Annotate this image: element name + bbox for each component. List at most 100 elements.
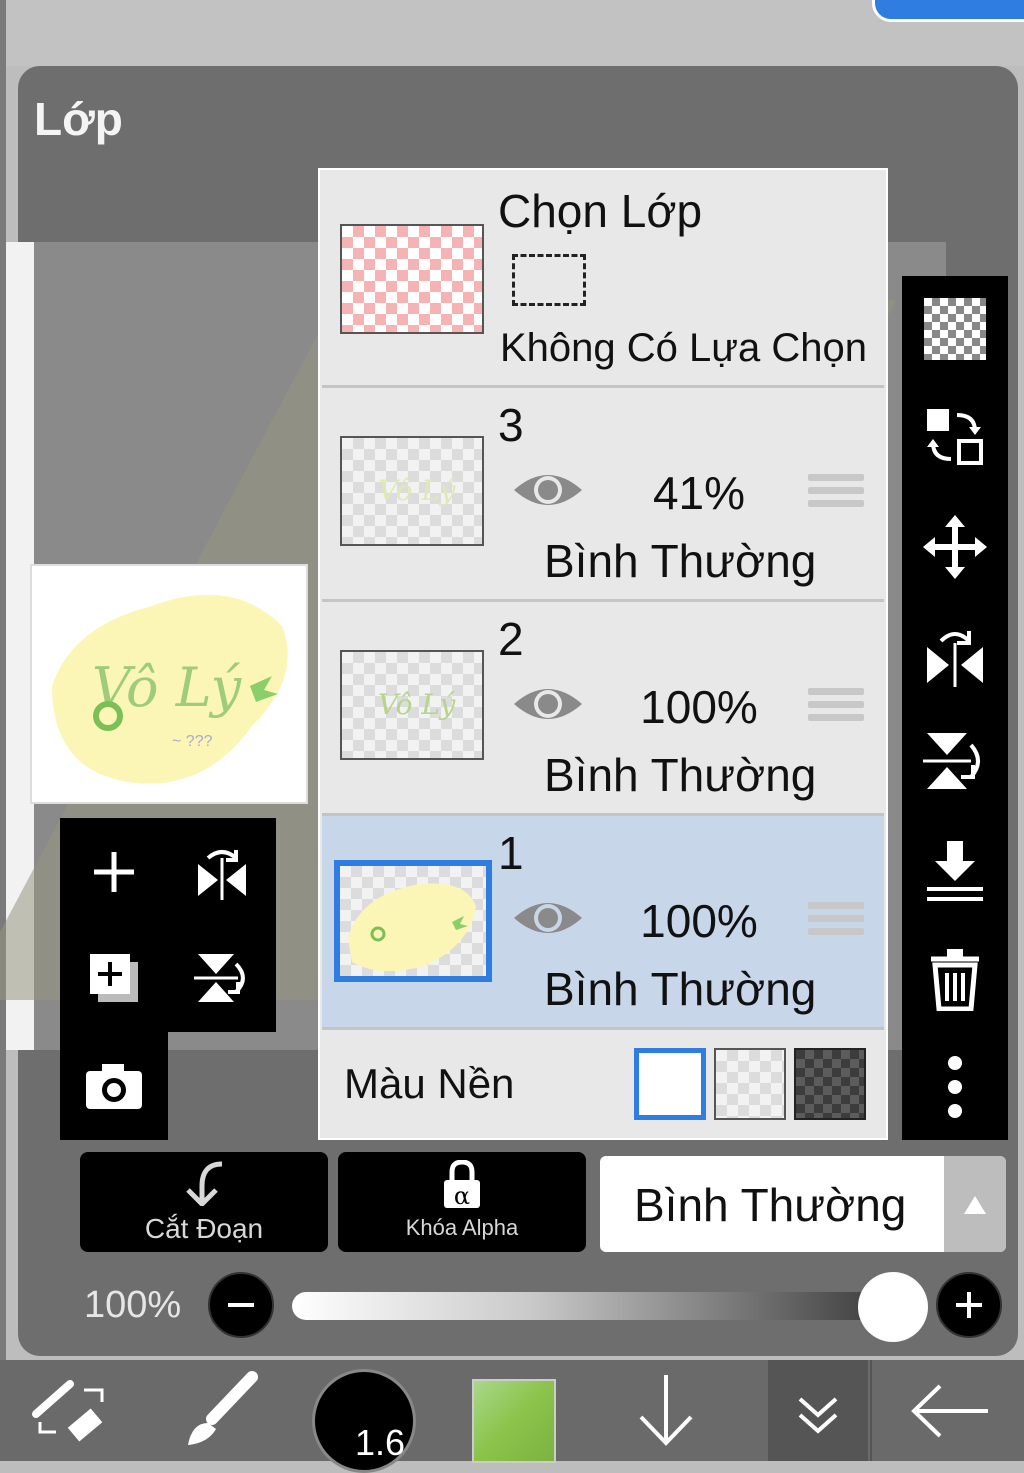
svg-text:Vô Lý: Vô Lý bbox=[378, 474, 457, 507]
opacity-slider-knob[interactable] bbox=[858, 1272, 928, 1342]
brush-tool-button[interactable] bbox=[168, 1360, 268, 1461]
eye-icon[interactable] bbox=[512, 896, 584, 940]
background-color-row: Màu Nền bbox=[322, 1030, 884, 1138]
selection-layer-title: Chọn Lớp bbox=[498, 185, 703, 237]
layer-row-selected[interactable]: 1 100% Bình Thường bbox=[322, 816, 884, 1030]
selection-marquee-icon bbox=[512, 254, 586, 306]
drag-handle-icon[interactable] bbox=[808, 896, 864, 940]
layer-row[interactable]: Vô Lý 2 100% Bình Thường bbox=[322, 602, 884, 816]
color-button[interactable] bbox=[472, 1360, 556, 1463]
selection-status: Không Có Lựa Chọn bbox=[500, 326, 868, 370]
brush-eraser-swap-icon bbox=[32, 1379, 104, 1442]
right-layer-toolbar bbox=[902, 276, 1008, 1140]
canvas-thumbnail[interactable]: Vô Lý ~ ??? bbox=[30, 564, 308, 804]
flip-horizontal-button[interactable] bbox=[182, 832, 262, 912]
swap-layer-button[interactable] bbox=[916, 398, 994, 476]
duplicate-layer-icon bbox=[90, 954, 138, 1002]
add-layer-button[interactable] bbox=[74, 832, 154, 912]
flip-vertical-layer-button[interactable] bbox=[916, 722, 994, 800]
flip-horizontal-icon bbox=[927, 631, 983, 687]
more-options-button[interactable] bbox=[916, 1048, 994, 1126]
collapse-button[interactable] bbox=[768, 1360, 868, 1461]
brush-size-value: 1.6 bbox=[355, 1421, 406, 1463]
brush-size-button[interactable]: 1.6 bbox=[312, 1360, 416, 1473]
drag-handle-icon[interactable] bbox=[808, 468, 864, 512]
camera-icon bbox=[86, 1064, 142, 1109]
brush-icon bbox=[188, 1370, 258, 1445]
plus-icon bbox=[94, 852, 134, 892]
trash-icon bbox=[931, 949, 979, 1011]
opacity-label: 100% bbox=[84, 1284, 182, 1326]
layer-opacity: 100% bbox=[640, 681, 758, 733]
layer-name: 1 bbox=[498, 827, 524, 879]
layer-thumbnail: Vô Lý bbox=[340, 650, 484, 760]
clipping-label: Cắt Đoạn bbox=[144, 1213, 264, 1244]
bg-white-swatch[interactable] bbox=[634, 1048, 706, 1120]
back-button[interactable] bbox=[870, 1360, 1024, 1461]
flip-vertical-icon bbox=[923, 733, 980, 789]
blend-mode-value: Bình Thường bbox=[634, 1179, 907, 1231]
clipping-button[interactable]: Cắt Đoạn bbox=[80, 1152, 328, 1252]
layer-thumbnail-art bbox=[348, 883, 476, 972]
layer-blend-mode: Bình Thường bbox=[544, 749, 817, 801]
opacity-decrease-button[interactable] bbox=[208, 1272, 274, 1338]
selection-layer-thumbnail bbox=[340, 224, 484, 334]
svg-text:α: α bbox=[454, 1182, 470, 1210]
transparent-fill-button[interactable] bbox=[916, 290, 994, 368]
arrow-down-icon bbox=[639, 1374, 693, 1446]
layer-name: 3 bbox=[498, 399, 524, 451]
opacity-slider-track[interactable] bbox=[292, 1292, 892, 1320]
layer-row[interactable]: Vô Lý 3 41% Bình Thường bbox=[322, 388, 884, 602]
double-chevron-down-icon bbox=[798, 1397, 838, 1434]
bg-transparent-swatch[interactable] bbox=[714, 1048, 786, 1120]
layer-name: 2 bbox=[498, 613, 524, 665]
layer-blend-mode: Bình Thường bbox=[544, 963, 817, 1015]
tool-switch-button[interactable] bbox=[20, 1360, 120, 1461]
top-strip bbox=[0, 0, 1024, 66]
flip-horizontal-layer-button[interactable] bbox=[916, 616, 994, 694]
alpha-lock-label: Khóa Alpha bbox=[405, 1215, 519, 1240]
top-right-button[interactable] bbox=[872, 0, 1024, 22]
merge-down-button[interactable] bbox=[916, 832, 994, 910]
drag-handle-icon[interactable] bbox=[808, 682, 864, 726]
arrow-left-icon bbox=[911, 1384, 988, 1437]
layer-opacity: 41% bbox=[652, 467, 746, 519]
duplicate-layer-button[interactable] bbox=[74, 938, 154, 1018]
selection-layer-row[interactable]: Chọn Lớp Không Có Lựa Chọn bbox=[322, 170, 884, 388]
opacity-increase-button[interactable] bbox=[936, 1272, 1002, 1338]
eye-icon[interactable] bbox=[512, 682, 584, 726]
current-color-swatch bbox=[472, 1378, 556, 1463]
flip-vertical-icon bbox=[194, 954, 245, 1002]
blend-mode-toggle[interactable] bbox=[944, 1156, 1006, 1252]
move-icon bbox=[923, 515, 987, 579]
alpha-lock-icon: α bbox=[444, 1159, 480, 1210]
merge-down-icon bbox=[927, 841, 983, 901]
plus-icon bbox=[956, 1292, 982, 1318]
alpha-lock-button[interactable]: α Khóa Alpha bbox=[338, 1152, 586, 1252]
triangle-up-icon bbox=[964, 1196, 986, 1214]
move-button[interactable] bbox=[916, 508, 994, 586]
layer-opacity: 100% bbox=[640, 895, 758, 947]
layer-list: Chọn Lớp Không Có Lựa Chọn Vô Lý 3 41% B… bbox=[318, 168, 888, 1140]
camera-button[interactable] bbox=[74, 1046, 154, 1126]
more-vertical-icon bbox=[948, 1056, 962, 1118]
left-layer-tools bbox=[60, 818, 276, 1032]
artwork-image: Vô Lý ~ ??? bbox=[52, 594, 288, 784]
layer-thumbnail: Vô Lý bbox=[340, 436, 484, 546]
layer-thumbnail-art: Vô Lý bbox=[378, 688, 457, 721]
svg-text:~ ???: ~ ??? bbox=[172, 733, 213, 750]
delete-layer-button[interactable] bbox=[916, 940, 994, 1018]
eye-icon[interactable] bbox=[512, 468, 584, 512]
background-label: Màu Nền bbox=[344, 1060, 515, 1107]
layer-thumbnail-art: Vô Lý bbox=[378, 474, 457, 507]
layer-blend-mode: Bình Thường bbox=[544, 535, 817, 587]
panel-title: Lớp bbox=[34, 93, 123, 145]
flip-vertical-button[interactable] bbox=[182, 938, 262, 1018]
svg-text:Vô Lý: Vô Lý bbox=[378, 688, 457, 721]
bg-dark-swatch[interactable] bbox=[794, 1048, 866, 1120]
swap-icon bbox=[927, 409, 983, 465]
layer-thumbnail bbox=[334, 860, 492, 982]
scroll-down-button[interactable] bbox=[620, 1360, 712, 1461]
left-layer-tools-bottom bbox=[60, 1032, 168, 1140]
checker-icon bbox=[924, 298, 986, 360]
